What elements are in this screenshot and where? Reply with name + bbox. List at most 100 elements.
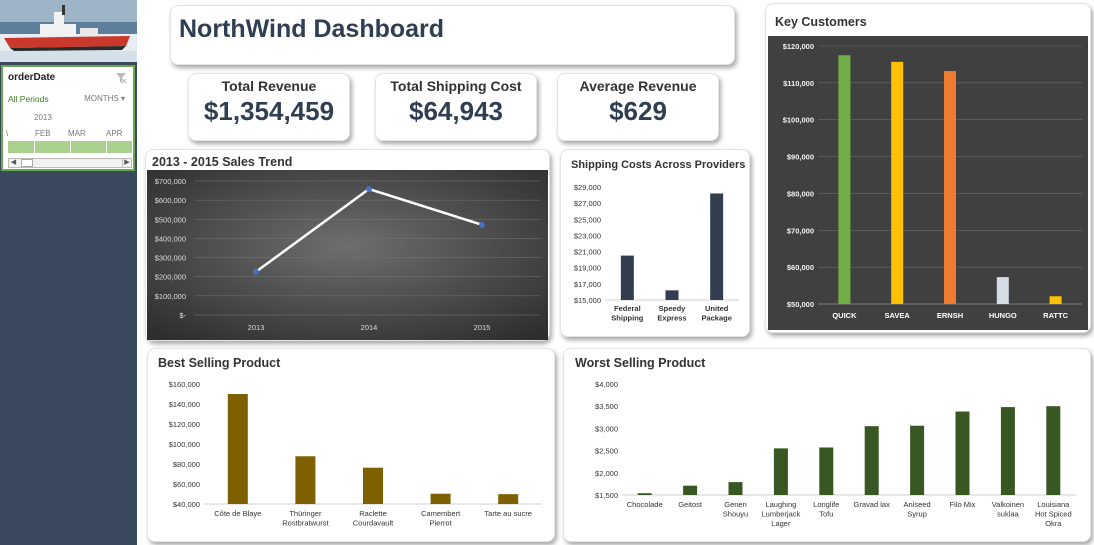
slicer-month-partial: \ [6, 129, 9, 138]
slicer-title: orderDate [8, 72, 56, 83]
y-tick-label: $200,000 [155, 273, 186, 282]
chevron-down-icon: ▾ [120, 94, 125, 103]
y-tick-label: $60,000 [173, 480, 200, 489]
bar [430, 493, 451, 504]
timeline-bar[interactable] [8, 141, 132, 153]
y-tick-label: $3,000 [595, 424, 618, 433]
all-periods-label[interactable]: All Periods [8, 94, 49, 104]
x-tick-label: RATTC [1043, 311, 1068, 320]
x-tick-label: Longlife [813, 500, 839, 509]
chart-title: Key Customers [775, 15, 867, 29]
title-card: NorthWind Dashboard [170, 5, 735, 65]
x-tick-label: QUICK [832, 311, 857, 320]
sales-trend-chart: $- $100,000 $200,000 $300,000 $400,000 $500,0… [147, 170, 548, 340]
bar [498, 494, 519, 504]
x-tick-label: 2015 [474, 323, 491, 332]
slicer-month[interactable]: FEB [35, 129, 51, 138]
bar [1049, 296, 1062, 304]
x-tick-label: Shipping [611, 314, 643, 323]
timeline-scrollbar[interactable]: ◀ ▶ [8, 158, 132, 168]
x-tick-label: Thüringer [289, 509, 322, 518]
y-tick-label: $27,000 [574, 199, 601, 208]
y-tick-label: $25,000 [574, 215, 601, 224]
x-tick-label: Federal [614, 304, 641, 313]
y-tick-label: $700,000 [155, 177, 186, 186]
x-tick-label: Rostbratwurst [282, 519, 329, 528]
x-tick-label: Côte de Blaye [214, 509, 261, 518]
bar [819, 447, 834, 495]
kpi-value: $1,354,459 [203, 96, 335, 126]
x-tick-label: Gravad lax [854, 500, 891, 509]
x-tick-label: Chocolade [627, 500, 663, 509]
best-selling-chart: $40,000 $60,000 $80,000 $100,000 $120,000 $14… [169, 380, 542, 528]
chart-title: Worst Selling Product [575, 356, 706, 370]
kpi-total-shipping-cost: Total Shipping Cost $64,943 [375, 73, 537, 141]
chart-title: 2013 - 2015 Sales Trend [152, 155, 293, 169]
x-tick-label: Speedy [659, 304, 687, 313]
x-tick-label: Louisiana [1037, 500, 1070, 509]
y-tick-label: $90,000 [787, 153, 814, 162]
data-point [366, 186, 372, 193]
kpi-total-revenue: Total Revenue $1,354,459 [188, 73, 350, 141]
bar [838, 55, 851, 304]
y-tick-label: $60,000 [787, 263, 814, 272]
shipping-costs-chart: $15,000 $17,000 $19,000 $21,000 $23,000 $25,0… [574, 183, 739, 323]
x-tick-label: Tarte au sucre [484, 509, 532, 518]
y-tick-label: $29,000 [574, 183, 601, 192]
bar [864, 426, 879, 495]
slicer-year: 2013 [34, 113, 52, 122]
y-tick-label: $110,000 [783, 79, 814, 88]
x-tick-label: SAVEA [885, 311, 911, 320]
y-tick-label: $23,000 [574, 231, 601, 240]
x-tick-label: Hot Spiced [1035, 510, 1072, 519]
time-level-dropdown[interactable]: MONTHS ▾ [84, 94, 125, 103]
y-tick-label: $3,500 [595, 402, 618, 411]
x-tick-label: HUNGO [989, 311, 1017, 320]
y-tick-label: $120,000 [169, 420, 200, 429]
bar [637, 493, 652, 495]
y-tick-label: $19,000 [574, 264, 601, 273]
bar [295, 456, 316, 504]
y-tick-label: $80,000 [787, 189, 814, 198]
data-point [479, 221, 485, 228]
kpi-label: Total Revenue [221, 78, 317, 94]
y-tick-label: $15,000 [574, 296, 601, 305]
x-tick-label: Valkoinen [992, 500, 1024, 509]
bar [773, 448, 788, 495]
x-tick-label: Package [701, 314, 731, 323]
sales-trend-card: 2013 - 2015 Sales Trend $- $100,000 $200,0… [145, 149, 550, 341]
x-tick-label: Geitost [678, 500, 703, 509]
worst-selling-card: Worst Selling Product $1,500 $2,000 $2,500… [563, 348, 1091, 542]
filter-clear-icon[interactable] [116, 71, 127, 84]
data-point [253, 268, 259, 275]
y-tick-label: $4,000 [595, 380, 618, 389]
y-tick-label: $40,000 [173, 500, 200, 509]
y-tick-label: $2,000 [595, 469, 618, 478]
bar [944, 71, 956, 304]
scroll-left-icon[interactable]: ◀ [9, 159, 18, 167]
plot-area [768, 36, 1088, 330]
x-tick-label: Aniseed [904, 500, 931, 509]
x-tick-label: Genen [724, 500, 747, 509]
slicer-month[interactable]: APR [106, 129, 122, 138]
bar [955, 411, 970, 495]
bar [363, 467, 383, 504]
bar [620, 255, 634, 300]
x-tick-label: Camembert [421, 509, 461, 518]
plot-area [147, 170, 548, 340]
scroll-thumb[interactable] [21, 159, 33, 167]
x-tick-label: Lumberjack [762, 510, 801, 519]
x-tick-label: Pierrot [430, 519, 453, 528]
sidebar: orderDate All Periods MONTHS ▾ 2013 \ FE… [0, 0, 137, 545]
slicer-month[interactable]: MAR [68, 129, 86, 138]
x-tick-label: 2014 [361, 323, 378, 332]
y-tick-label: $500,000 [155, 215, 186, 224]
scroll-right-icon[interactable]: ▶ [122, 159, 131, 167]
key-customers-chart: $50,000 $60,000 $70,000 $80,000 $90,000 $100,… [768, 36, 1088, 330]
orderdate-slicer[interactable]: orderDate All Periods MONTHS ▾ 2013 \ FE… [1, 65, 135, 171]
x-tick-label: United [705, 304, 729, 313]
kpi-average-revenue: Average Revenue $629 [557, 73, 719, 141]
y-tick-label: $400,000 [155, 234, 186, 243]
y-tick-label: $70,000 [787, 226, 814, 235]
bar [1000, 407, 1015, 495]
